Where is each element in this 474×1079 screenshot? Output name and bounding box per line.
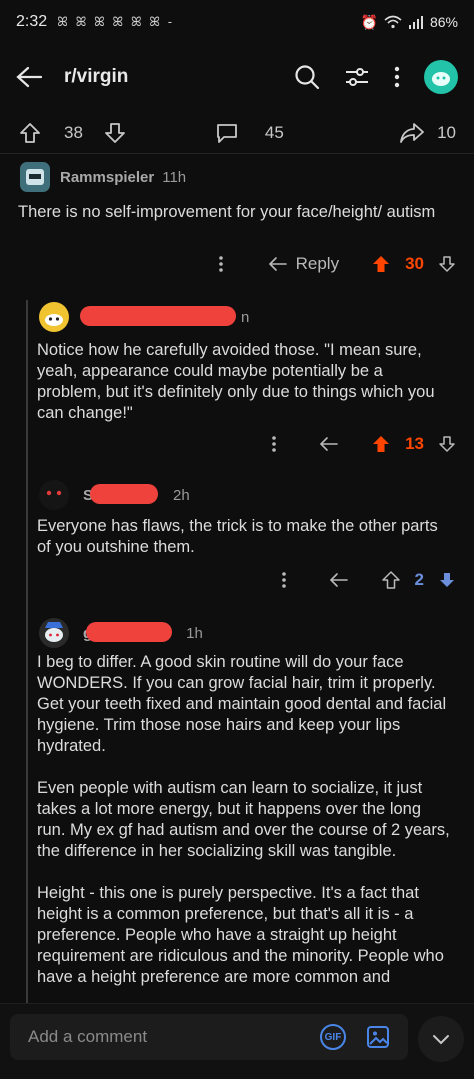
battery-level: 86% [429, 14, 458, 30]
sort-filter-icon[interactable] [344, 65, 370, 89]
user-avatar-icon[interactable] [37, 300, 71, 334]
share-count: 10 [437, 122, 456, 142]
more-options-icon[interactable] [218, 256, 224, 272]
comment-age: 1h [186, 624, 203, 642]
wifi-icon [384, 15, 402, 29]
redaction-mark [86, 622, 172, 642]
snoo-avatar-icon [432, 72, 450, 86]
add-comment-placeholder: Add a comment [28, 1027, 148, 1046]
user-avatar[interactable] [424, 60, 458, 94]
upvote-filled-icon[interactable] [371, 434, 391, 454]
comment-score: 2 [414, 570, 424, 589]
post-action-bar: 38 45 10 [0, 112, 474, 154]
status-time: 2:32 [16, 13, 48, 30]
comment-count: 45 [264, 122, 284, 142]
upvote-icon[interactable] [18, 121, 42, 145]
add-comment-field[interactable]: Add a comment GIF [10, 1014, 408, 1060]
share-icon[interactable] [399, 121, 425, 145]
comment-age: 11h [162, 168, 187, 186]
comment-score: 13 [405, 434, 424, 453]
comment-age: n [241, 308, 250, 326]
comment-icon[interactable] [215, 121, 239, 145]
user-avatar-icon[interactable] [18, 160, 52, 194]
downvote-icon[interactable] [438, 255, 456, 273]
chevron-down-icon [433, 1035, 449, 1045]
notification-icons: ꕤ ꕤ ꕤ ꕤ ꕤ ꕤ - [57, 14, 175, 29]
gif-button[interactable]: GIF [320, 1024, 346, 1050]
subreddit-title[interactable]: r/virgin [64, 66, 128, 88]
reply-icon [268, 257, 287, 271]
comment-score: 30 [405, 254, 424, 273]
downvote-filled-icon[interactable] [438, 571, 456, 589]
top-bar: r/virgin [0, 44, 474, 110]
user-avatar-icon[interactable] [37, 478, 71, 512]
user-avatar-icon[interactable] [37, 616, 71, 650]
comment-rammspieler: Rammspieler 11h There is no self-improve… [0, 160, 474, 286]
more-options-icon[interactable] [281, 572, 287, 588]
reply-icon[interactable] [329, 572, 349, 588]
image-upload-icon[interactable] [366, 1025, 390, 1049]
reply-icon[interactable] [319, 436, 339, 452]
comment-body: Notice how he carefully avoided those. "… [37, 341, 435, 422]
signal-icon [408, 16, 423, 29]
gif-label: GIF [324, 1031, 342, 1043]
comment-reply-3: g 1h I beg to differ. A good skin routin… [0, 616, 474, 1002]
upvote-filled-icon[interactable] [371, 254, 391, 274]
more-options-icon[interactable] [271, 436, 277, 452]
redaction-mark [90, 484, 158, 504]
comment-composer: Add a comment GIF [0, 1003, 474, 1079]
more-options-icon[interactable] [394, 66, 400, 88]
back-arrow-icon[interactable] [16, 66, 42, 88]
comment-body: There is no self-improvement for your fa… [18, 203, 436, 221]
downvote-icon[interactable] [438, 435, 456, 453]
status-bar: 2:32 ꕤ ꕤ ꕤ ꕤ ꕤ ꕤ - ⏰ 86% [0, 0, 474, 44]
reply-label: Reply [295, 254, 340, 273]
downvote-icon[interactable] [103, 121, 127, 145]
comment-body: Everyone has flaws, the trick is to make… [37, 517, 438, 556]
collapse-button[interactable] [418, 1016, 464, 1062]
upvote-icon[interactable] [381, 570, 401, 590]
alarm-icon: ⏰ [360, 13, 378, 30]
comment-reply-1: S n Notice how he carefully avoided thos… [0, 300, 474, 470]
comment-age: 2h [173, 486, 190, 504]
post-score: 38 [64, 122, 83, 142]
reply-button[interactable]: Reply [268, 254, 339, 274]
comment-username[interactable]: Rammspieler [60, 169, 154, 186]
comment-body: I beg to differ. A good skin routine wil… [37, 653, 450, 986]
comment-reply-2: S 2h Everyone has flaws, the trick is to… [0, 478, 474, 598]
search-icon[interactable] [294, 64, 320, 90]
redaction-mark [80, 306, 236, 326]
